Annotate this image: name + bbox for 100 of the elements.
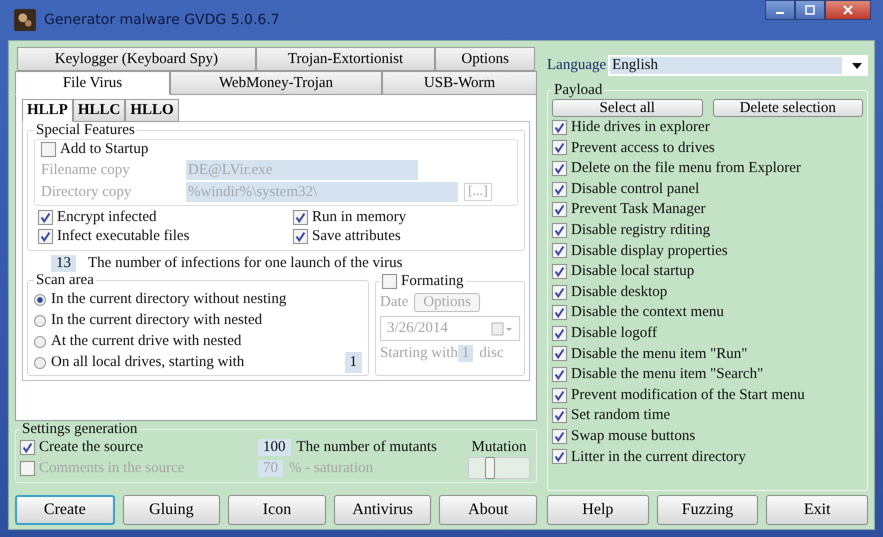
group-title: Special Features <box>35 122 136 139</box>
close-icon <box>842 4 854 16</box>
field-label: Language <box>547 57 606 74</box>
tab[interactable]: Options <box>435 47 536 71</box>
action-button[interactable]: Gluing <box>122 495 220 525</box>
action-button[interactable]: About <box>439 495 537 525</box>
checkbox[interactable] <box>552 408 567 424</box>
field-label: disc <box>479 345 504 362</box>
radio-label: In the current directory without nesting <box>51 290 286 309</box>
checkbox-label: Set random time <box>571 406 670 426</box>
field-label: The number of mutants <box>296 439 437 456</box>
checkbox[interactable] <box>552 243 567 258</box>
field-label: Starting with <box>380 345 458 362</box>
field-label: % - saturation <box>289 460 374 476</box>
checkbox-label: Hide drives in explorer <box>571 118 710 137</box>
action-button[interactable]: Help <box>547 495 649 525</box>
payload-button[interactable]: Select all <box>552 99 702 117</box>
tab[interactable]: HLLC <box>72 99 126 122</box>
radio-button[interactable] <box>34 294 46 306</box>
checkbox[interactable] <box>552 388 567 403</box>
checkbox[interactable] <box>552 366 567 382</box>
field-label: Filename copy <box>41 161 131 180</box>
action-button[interactable]: Fuzzing <box>656 495 758 525</box>
maximize-button[interactable] <box>795 0 825 20</box>
minimize-icon <box>776 12 784 14</box>
checkbox[interactable] <box>293 229 308 244</box>
checkbox-label: Comments in the source <box>39 458 184 478</box>
tab[interactable]: WebMoney-Trojan <box>170 71 382 95</box>
checkbox[interactable] <box>552 264 567 279</box>
checkbox-label: Disable display properties <box>571 242 728 261</box>
checkbox-label: Disable registry rditing <box>571 220 710 240</box>
field-label: The number of infections for one launch of the virus <box>88 255 402 272</box>
action-button[interactable]: Antivirus <box>334 495 432 525</box>
checkbox[interactable] <box>552 140 567 156</box>
checkbox[interactable] <box>552 305 567 320</box>
number-field[interactable]: 13 <box>51 255 76 272</box>
group-title: Scan area <box>35 272 95 289</box>
checkbox-label: Disable the context menu <box>571 303 724 322</box>
checkbox-label: Save attributes <box>312 227 401 246</box>
checkbox-label: Prevent access to drives <box>571 138 715 158</box>
radio-label: At the current drive with nested <box>51 332 242 351</box>
slider-label: Mutation <box>470 439 528 456</box>
checkbox-label: Disable desktop <box>571 282 668 302</box>
action-button[interactable]: Icon <box>228 495 326 525</box>
checkbox[interactable] <box>552 202 567 218</box>
tab[interactable]: HLLP <box>22 99 73 122</box>
radio-button[interactable] <box>34 356 46 368</box>
checkbox-label: Disable local startup <box>571 262 694 282</box>
checkbox[interactable] <box>38 229 53 244</box>
checkbox[interactable] <box>20 440 35 455</box>
tab[interactable]: Trojan-Extortionist <box>256 47 436 71</box>
checkbox-label: Infect executable files <box>57 227 190 246</box>
action-button[interactable]: Exit <box>766 495 868 525</box>
slider-thumb[interactable] <box>485 457 495 479</box>
radio-button[interactable] <box>34 314 46 326</box>
checkbox[interactable] <box>552 428 567 444</box>
radio-label: In the current directory with nested <box>51 311 262 330</box>
dropdown-arrow-icon <box>852 62 862 68</box>
checkbox[interactable] <box>552 449 567 464</box>
checkbox-label: Prevent modification of the Start menu <box>571 386 805 405</box>
checkbox-label: Swap mouse buttons <box>571 426 696 446</box>
field-label: Date <box>380 294 408 311</box>
tab[interactable]: Keylogger (Keyboard Spy) <box>17 47 256 71</box>
checkbox-label: Run in memory <box>312 208 406 227</box>
field-label: Directory copy <box>41 183 132 202</box>
number-field[interactable]: 100 <box>258 439 290 456</box>
checkbox[interactable] <box>552 160 567 176</box>
group-title: Settings generation <box>21 421 138 438</box>
tab[interactable]: USB-Worm <box>382 71 537 95</box>
language-dropdown[interactable]: English <box>608 55 868 76</box>
checkbox-label: Litter in the current directory <box>571 448 746 466</box>
checkbox[interactable] <box>382 274 397 289</box>
checkbox[interactable] <box>41 142 56 157</box>
checkbox[interactable] <box>552 182 567 197</box>
payload-button[interactable]: Delete selection <box>712 99 863 117</box>
window-title: Generator malware GVDG 5.0.6.7 <box>44 12 281 28</box>
checkbox[interactable] <box>552 222 567 238</box>
app-icon <box>14 9 36 31</box>
checkbox[interactable] <box>552 120 567 135</box>
checkbox[interactable] <box>552 346 567 362</box>
radio-button[interactable] <box>34 336 46 348</box>
checkbox-label: Disable control panel <box>571 180 700 199</box>
checkbox-label: Create the source <box>39 438 144 457</box>
checkbox[interactable] <box>38 210 53 225</box>
checkbox-label: Disable the menu item "Run" <box>571 344 748 364</box>
checkbox-label: Delete on the file menu from Explorer <box>571 159 801 178</box>
checkbox-label: Formating <box>401 272 464 291</box>
checkbox[interactable] <box>293 210 308 225</box>
checkbox-label: Disable logoff <box>571 324 657 343</box>
minimize-button[interactable] <box>765 0 795 20</box>
number-field[interactable]: 1 <box>344 352 362 373</box>
checkbox-label: Prevent Task Manager <box>571 200 706 220</box>
close-button[interactable] <box>825 0 871 20</box>
checkbox-label: Disable the menu item "Search" <box>571 365 764 384</box>
tab[interactable]: HLLO <box>125 99 179 122</box>
action-button[interactable]: Create <box>15 495 115 525</box>
tab[interactable]: File Virus <box>15 71 170 95</box>
checkbox[interactable] <box>552 326 567 341</box>
maximize-icon <box>804 4 816 16</box>
checkbox[interactable] <box>552 284 567 300</box>
